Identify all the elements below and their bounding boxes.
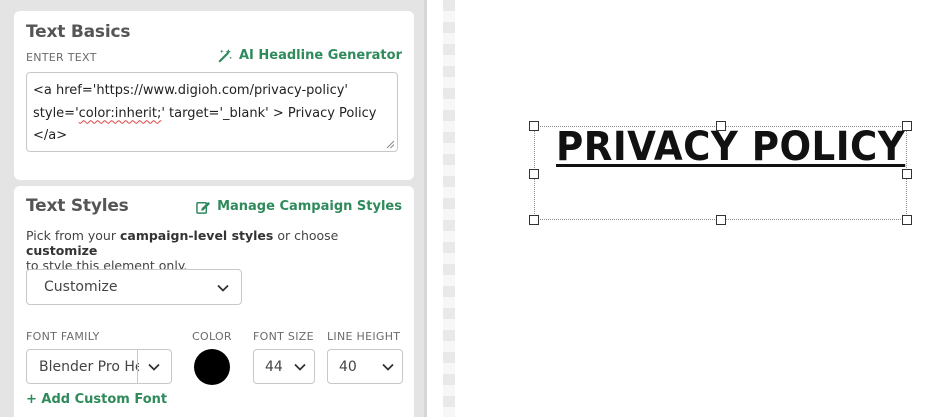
select-divider [137,350,138,383]
desc-text-1: Pick from your [26,228,120,243]
textarea-line-1: <a href='https://www.digioh.com/privacy-… [33,83,348,98]
manage-campaign-styles-link[interactable]: Manage Campaign Styles [196,199,402,214]
panel-divider [424,0,427,417]
desc-bold-2: customize [26,243,98,258]
resize-handle-top[interactable] [716,121,726,131]
font-family-value: Blender Pro Heavy [39,358,139,375]
ai-headline-generator-link[interactable]: AI Headline Generator [218,48,402,63]
color-label: COLOR [192,330,232,343]
color-swatch[interactable] [194,349,230,385]
text-styles-card: Text Styles Manage Campaign Styles Pick … [14,186,414,417]
textarea-line-3: </a> [33,128,68,143]
ai-headline-generator-label: AI Headline Generator [238,48,402,63]
enter-text-textarea[interactable]: <a href='https://www.digioh.com/privacy-… [26,72,398,152]
font-family-select[interactable]: Blender Pro Heavy [26,349,172,384]
font-size-select[interactable]: 44 [253,349,315,384]
chevron-down-icon [294,363,306,371]
enter-text-label: ENTER TEXT [26,51,97,64]
style-source-select[interactable]: Customize [26,269,242,305]
textarea-line-2-prefix: style=' [33,105,79,121]
add-custom-font-link[interactable]: + Add Custom Font [26,392,167,407]
line-height-label: LINE HEIGHT [327,330,401,343]
resize-handle-right[interactable] [902,169,912,179]
manage-campaign-styles-label: Manage Campaign Styles [217,199,402,214]
textarea-line-2-suffix: ' target='_blank' > Privacy Policy [161,105,377,121]
font-family-label: FONT FAMILY [26,330,100,343]
styles-description: Pick from your campaign-level styles or … [26,228,406,273]
text-basics-card: Text Basics ENTER TEXT AI Headline Gener… [14,11,414,180]
magic-wand-icon [218,48,233,63]
textarea-line-2: style='color:inherit;' target='_blank' >… [33,103,391,126]
resize-handle-top-left[interactable] [529,121,539,131]
privacy-policy-text[interactable]: PRIVACY POLICY [556,124,905,170]
resize-handle-top-right[interactable] [902,121,912,131]
desc-text-2: or choose [273,228,339,243]
chevron-down-icon [382,363,394,371]
desc-bold-1: campaign-level styles [119,228,274,243]
resize-handle-bottom-left[interactable] [529,215,539,225]
resize-handle-bottom[interactable] [716,215,726,225]
edit-icon [196,201,211,214]
font-size-label: FONT SIZE [253,330,314,343]
resize-handle-bottom-right[interactable] [902,215,912,225]
resize-handle-left[interactable] [529,169,539,179]
text-styles-title: Text Styles [26,196,129,216]
font-size-value: 44 [265,358,283,375]
resize-grip-icon[interactable] [386,140,395,149]
editor-panel: Text Basics ENTER TEXT AI Headline Gener… [0,0,427,417]
line-height-value: 40 [339,358,357,375]
canvas-edge-stripe [443,0,455,417]
text-basics-title: Text Basics [26,22,131,42]
chevron-down-icon [148,363,160,371]
spellcheck-flag: color:inherit; [78,105,162,121]
line-height-select[interactable]: 40 [327,349,403,384]
style-source-value: Customize [44,279,118,295]
chevron-down-icon [217,284,229,292]
